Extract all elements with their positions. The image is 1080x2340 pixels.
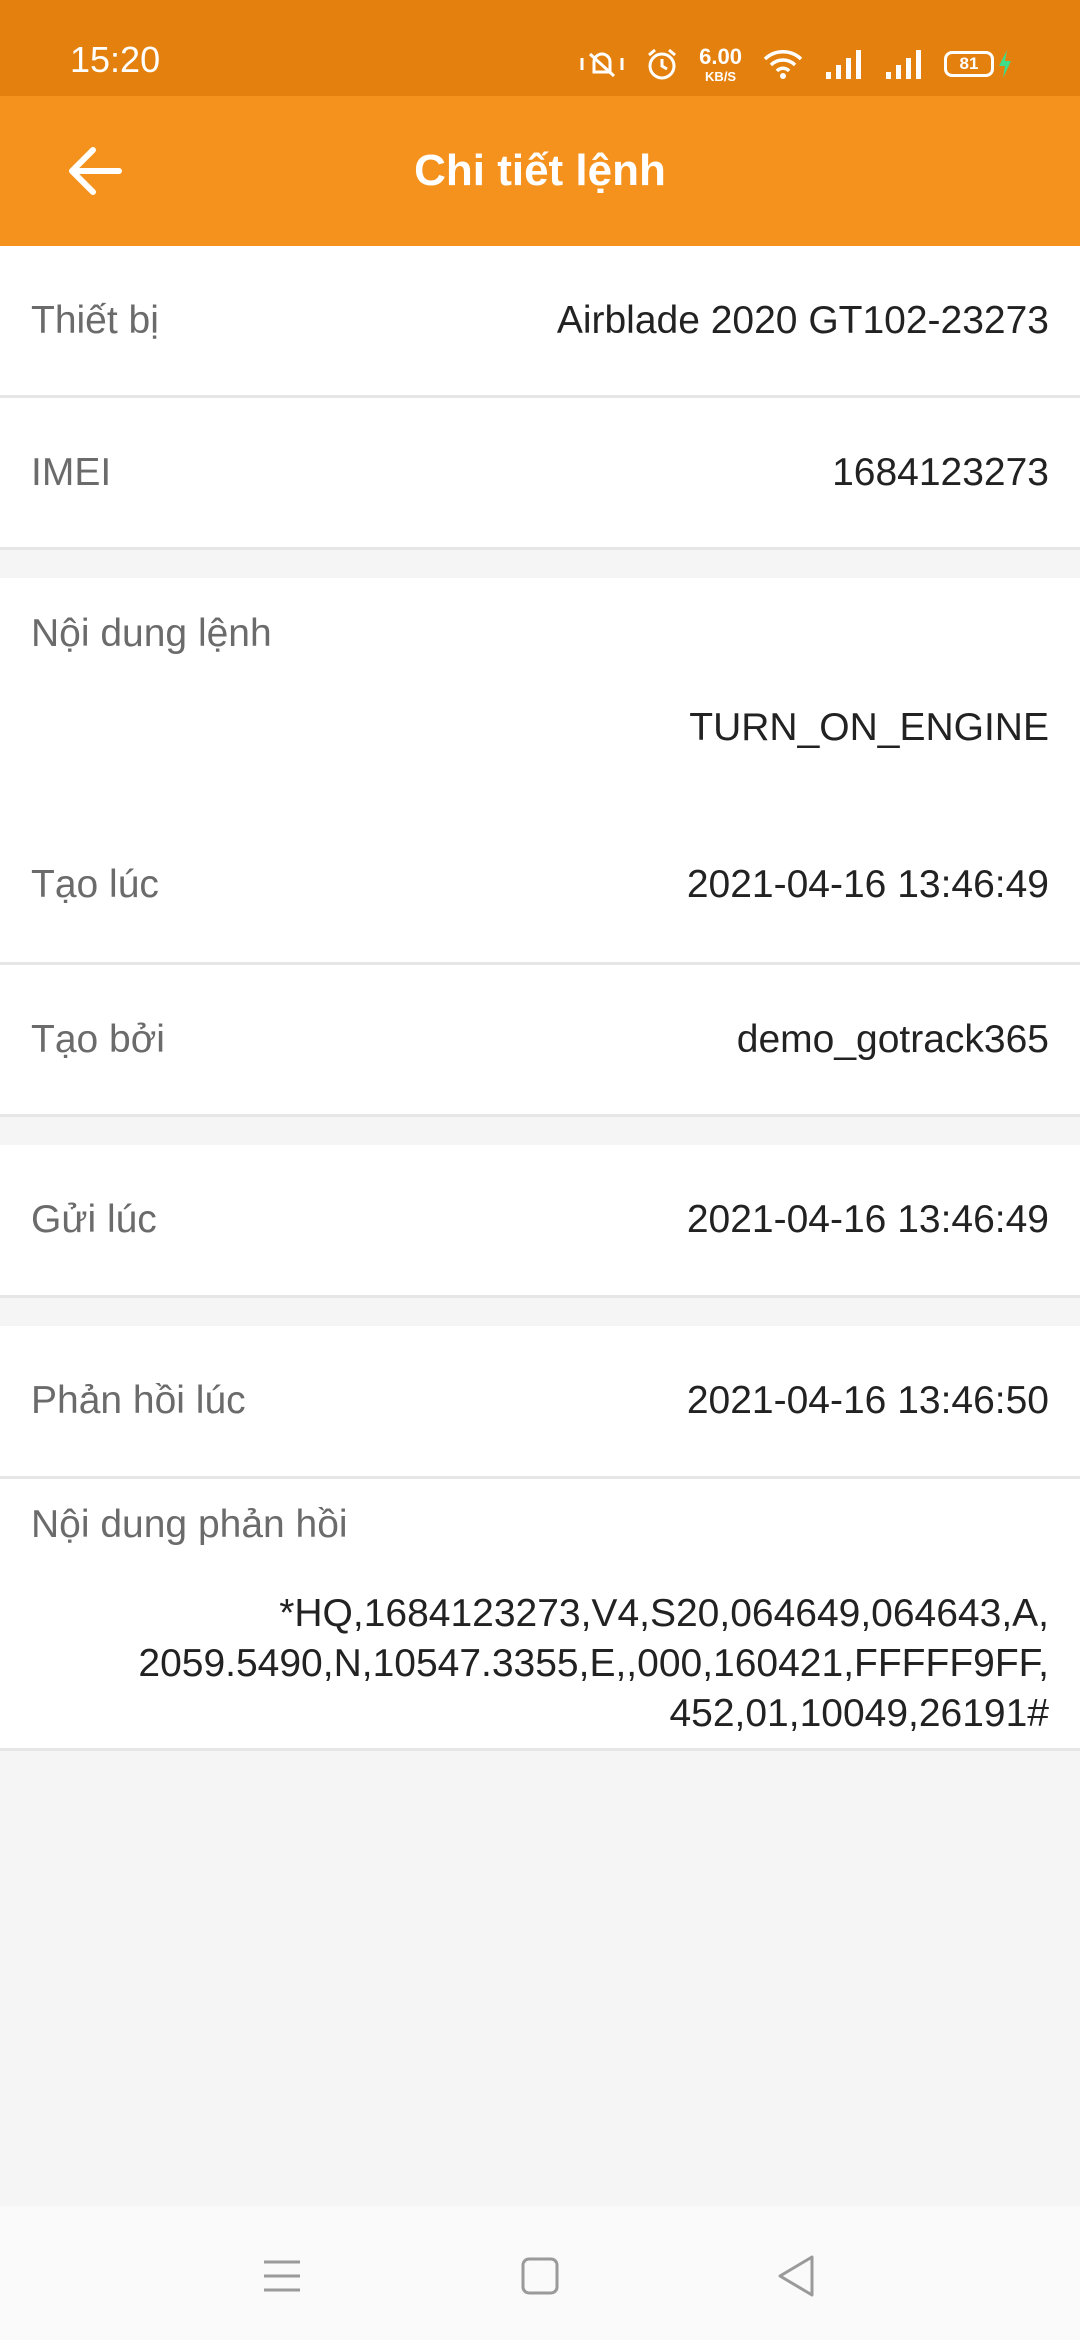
status-icons: 6.00 KB/S 81 — [579, 44, 1014, 84]
back-triangle-icon — [778, 2255, 814, 2297]
imei-label: IMEI — [31, 450, 112, 494]
response-line: 452,01,10049,26191# — [669, 1692, 1049, 1735]
response-value: *HQ,1684123273,V4,S20,064649,064643,A, 2… — [31, 1589, 1049, 1739]
created-by-label: Tạo bởi — [31, 1017, 165, 1061]
back-nav-button[interactable] — [766, 2246, 826, 2306]
sent-at-row: Gửi lúc 2021-04-16 13:46:49 — [0, 1145, 1080, 1298]
command-label: Nội dung lệnh — [31, 612, 272, 655]
created-by-row: Tạo bởi demo_gotrack365 — [0, 965, 1080, 1117]
responded-at-label: Phản hồi lúc — [31, 1379, 246, 1422]
wifi-icon — [762, 48, 804, 80]
back-button[interactable] — [60, 136, 130, 206]
page-title: Chi tiết lệnh — [414, 146, 666, 195]
command-details: Thiết bị Airblade 2020 GT102-23273 IMEI … — [0, 246, 1080, 1751]
created-by-value: demo_gotrack365 — [736, 1017, 1049, 1061]
response-line: 2059.5490,N,10547.3355,E,,000,160421,FFF… — [138, 1642, 1049, 1685]
home-square-icon — [521, 2257, 559, 2295]
command-card: Nội dung lệnh TURN_ON_ENGINE Tạo lúc 202… — [0, 578, 1080, 1117]
created-at-row: Tạo lúc 2021-04-16 13:46:49 — [0, 808, 1080, 965]
imei-value: 1684123273 — [832, 450, 1049, 494]
command-value: TURN_ON_ENGINE — [689, 706, 1049, 749]
navigation-bar — [0, 2206, 1080, 2340]
response-line: *HQ,1684123273,V4,S20,064649,064643,A, — [279, 1592, 1049, 1635]
alarm-icon — [645, 47, 679, 81]
home-button[interactable] — [510, 2246, 570, 2306]
responded-at-value: 2021-04-16 13:46:50 — [686, 1379, 1049, 1422]
battery-icon: 81 — [944, 48, 1014, 80]
created-at-label: Tạo lúc — [31, 863, 159, 906]
charging-icon — [999, 50, 1011, 78]
section-gap — [0, 550, 1080, 578]
status-time: 15:20 — [70, 39, 161, 80]
mute-vibrate-icon — [579, 48, 625, 80]
responded-at-row: Phản hồi lúc 2021-04-16 13:46:50 — [0, 1326, 1080, 1479]
response-block: Nội dung phản hồi *HQ,1684123273,V4,S20,… — [0, 1479, 1080, 1751]
arrow-left-icon — [69, 147, 122, 195]
signal-icon — [884, 48, 924, 80]
recent-apps-button[interactable] — [252, 2246, 312, 2306]
status-bar: 15:20 6.00 KB/S 81 — [0, 0, 1080, 96]
command-block: Nội dung lệnh TURN_ON_ENGINE — [0, 578, 1080, 808]
app-bar: Chi tiết lệnh — [0, 96, 1080, 246]
section-gap — [0, 1117, 1080, 1145]
signal-icon — [824, 48, 864, 80]
net-speed-unit: KB/S — [705, 68, 737, 84]
response-card: Phản hồi lúc 2021-04-16 13:46:50 Nội dun… — [0, 1326, 1080, 1751]
imei-row: IMEI 1684123273 — [0, 398, 1080, 550]
net-speed: 6.00 KB/S — [699, 43, 742, 84]
battery-level: 81 — [944, 51, 994, 77]
sent-at-value: 2021-04-16 13:46:49 — [686, 1198, 1049, 1241]
sent-card: Gửi lúc 2021-04-16 13:46:49 — [0, 1145, 1080, 1298]
sent-at-label: Gửi lúc — [31, 1198, 157, 1241]
response-label: Nội dung phản hồi — [31, 1503, 348, 1546]
device-card: Thiết bị Airblade 2020 GT102-23273 IMEI … — [0, 246, 1080, 550]
device-label: Thiết bị — [31, 298, 159, 342]
created-at-value: 2021-04-16 13:46:49 — [686, 863, 1049, 906]
section-gap — [0, 1298, 1080, 1326]
net-speed-value: 6.00 — [699, 43, 742, 69]
device-row: Thiết bị Airblade 2020 GT102-23273 — [0, 246, 1080, 398]
menu-icon — [264, 2260, 300, 2292]
device-value: Airblade 2020 GT102-23273 — [556, 298, 1049, 342]
